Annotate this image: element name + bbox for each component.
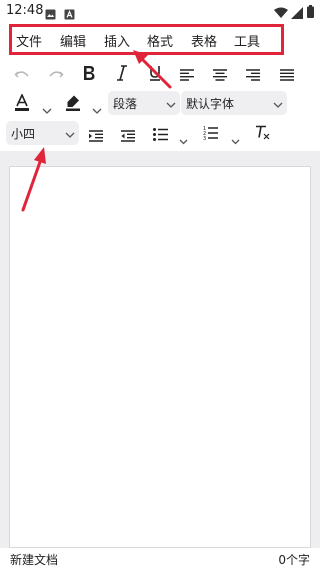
indent-icon[interactable] <box>89 127 103 146</box>
text-color-chevron-icon[interactable] <box>42 99 52 118</box>
status-footer: 新建文档 0个字 <box>0 548 320 568</box>
underline-icon[interactable] <box>148 64 162 86</box>
svg-text:3: 3 <box>203 136 206 140</box>
chevron-down-icon <box>65 127 75 141</box>
numbered-list-icon[interactable]: 123 <box>203 125 218 144</box>
document-name: 新建文档 <box>10 553 59 567</box>
numbered-list-chevron-icon[interactable] <box>231 130 240 149</box>
bullet-list-chevron-icon[interactable] <box>179 130 188 149</box>
bullet-list-icon[interactable] <box>153 126 168 145</box>
wifi-icon <box>274 4 288 23</box>
document-page[interactable] <box>9 166 311 548</box>
align-left-icon[interactable] <box>180 66 194 85</box>
chevron-down-icon <box>273 97 283 111</box>
font-family-select[interactable]: 默认字体 <box>181 91 287 115</box>
paragraph-select[interactable]: 段落 <box>108 91 180 115</box>
undo-icon[interactable] <box>14 66 30 86</box>
clear-format-icon[interactable] <box>255 125 270 144</box>
font-size-select-value: 小四 <box>11 127 36 141</box>
redo-icon[interactable] <box>48 66 64 86</box>
outdent-icon[interactable] <box>121 127 135 146</box>
editor-toolbar: 段落 默认字体 小四 123 <box>0 57 320 151</box>
highlight-chevron-icon[interactable] <box>92 99 102 118</box>
word-count: 0个字 <box>278 553 310 567</box>
font-family-select-value: 默认字体 <box>186 97 235 111</box>
status-time: 12:48 <box>6 3 44 18</box>
italic-icon[interactable] <box>116 64 128 86</box>
battery-icon <box>307 3 314 22</box>
signal-icon <box>291 4 303 23</box>
text-color-icon[interactable] <box>13 93 31 116</box>
paragraph-select-value: 段落 <box>113 97 138 111</box>
font-size-select[interactable]: 小四 <box>6 121 79 145</box>
align-justify-icon[interactable] <box>280 66 294 85</box>
highlight-color-icon[interactable] <box>64 94 82 116</box>
bold-icon[interactable] <box>82 64 96 86</box>
menu-highlight-box <box>9 24 284 55</box>
align-right-icon[interactable] <box>246 66 260 85</box>
align-center-icon[interactable] <box>213 66 227 85</box>
chevron-down-icon <box>166 97 176 111</box>
status-bar: 12:48 <box>0 0 320 22</box>
